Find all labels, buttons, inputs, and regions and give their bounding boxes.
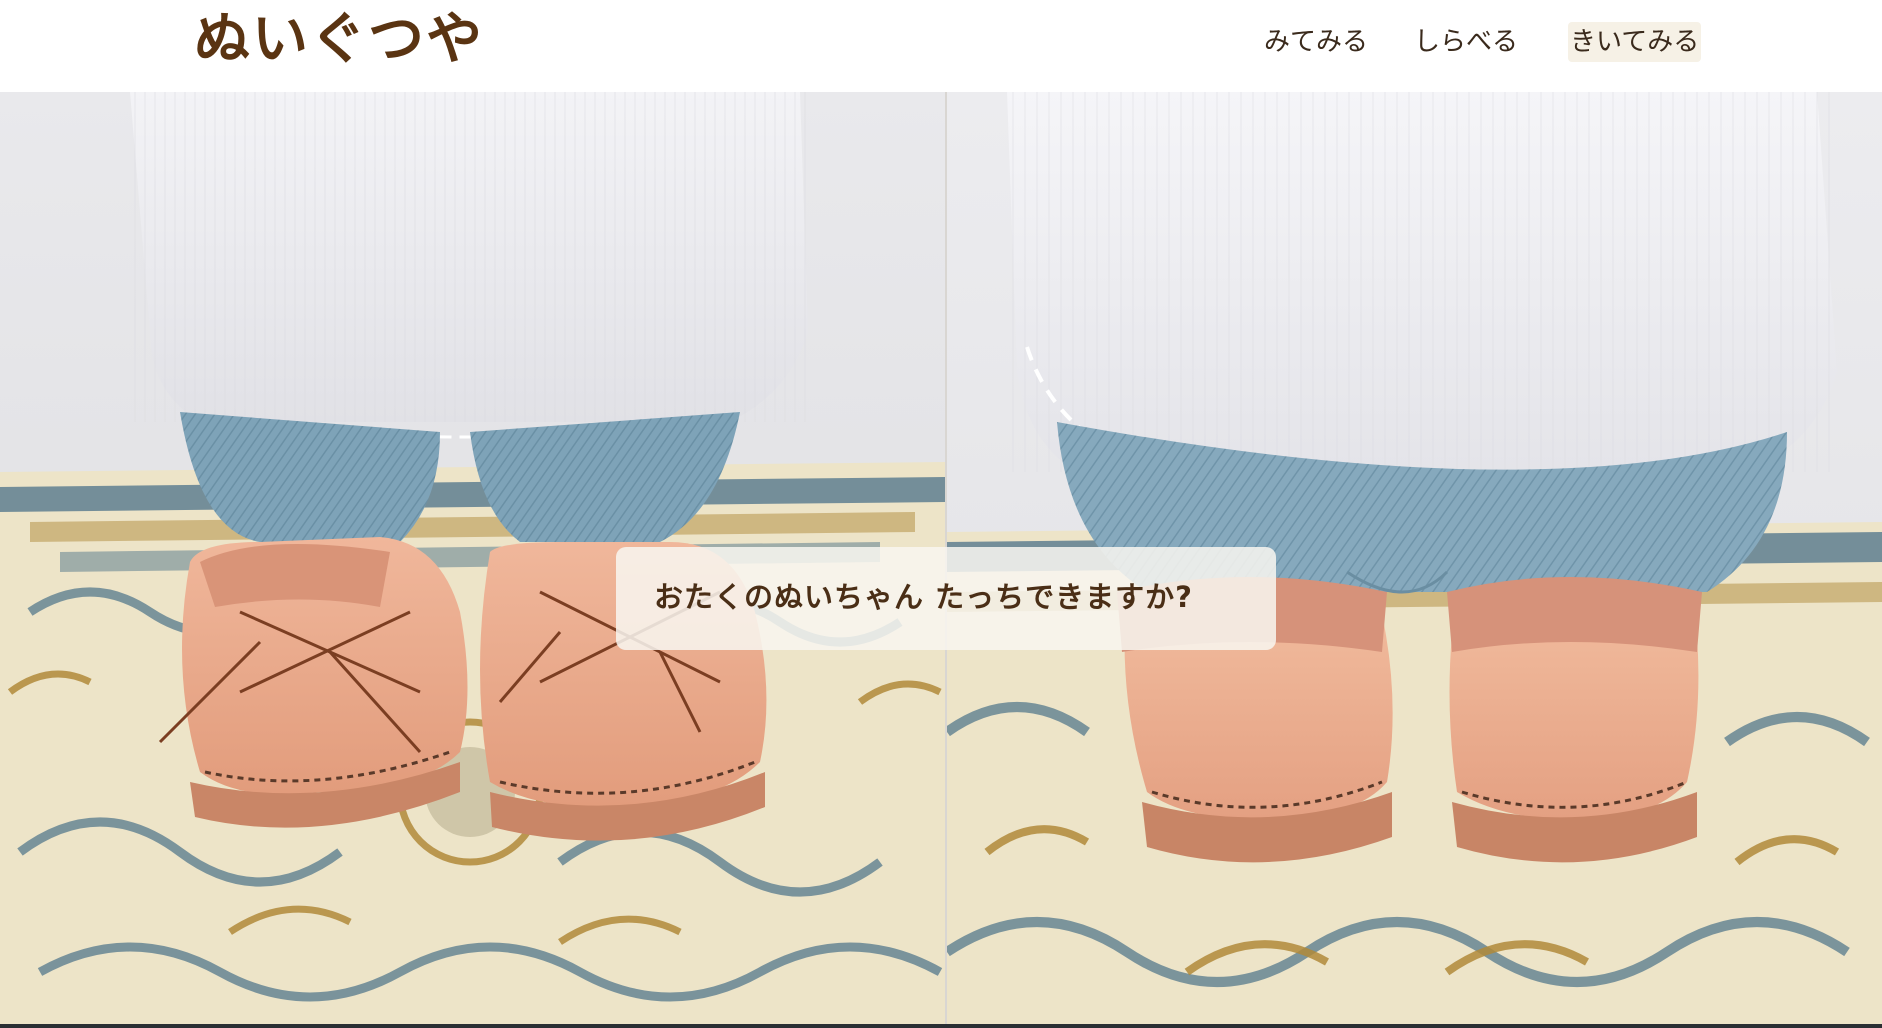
hero-caption-box: おたくのぬいちゃん たっちできますか?	[616, 547, 1276, 650]
hero-caption: おたくのぬいちゃん たっちできますか?	[654, 580, 1193, 614]
main-nav: みてみる しらべる きいてみる	[1250, 22, 1702, 62]
nav-item-kiitemiru[interactable]: きいてみる	[1568, 22, 1702, 62]
site-logo[interactable]: ぬいぐつや	[194, 4, 484, 76]
hero-section: おたくのぬいちゃん たっちできますか?	[0, 92, 1882, 1024]
bottom-edge-bar	[0, 1024, 1882, 1028]
site-header: ぬいぐつや みてみる しらべる きいてみる	[0, 0, 1882, 92]
nav-item-shiraberu[interactable]: しらべる	[1414, 22, 1518, 62]
nav-item-mitemiru[interactable]: みてみる	[1264, 22, 1368, 62]
